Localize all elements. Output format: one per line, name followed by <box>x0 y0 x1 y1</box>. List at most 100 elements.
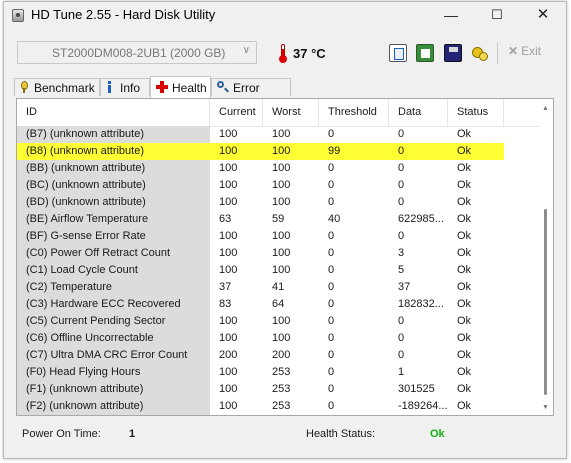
table-row[interactable]: (C3) Hardware ECC Recovered 83 64 0 182832..… <box>17 296 504 313</box>
attr-data: 0 <box>398 315 405 327</box>
attr-threshold: 0 <box>328 230 335 242</box>
exit-icon: ✕ <box>508 44 519 58</box>
attr-worst: 41 <box>272 281 285 293</box>
attr-id: (B7) (unknown attribute) <box>17 126 210 143</box>
attr-worst: 100 <box>272 162 291 174</box>
table-row[interactable]: (BB) (unknown attribute) 100 100 0 0 Ok <box>17 160 504 177</box>
attr-status: Ok <box>457 196 472 208</box>
table-row[interactable]: (BE) Airflow Temperature 63 59 40 622985... O… <box>17 211 504 228</box>
attr-current: 100 <box>219 230 238 242</box>
table-row[interactable]: (BF) G-sense Error Rate 100 100 0 0 Ok <box>17 228 504 245</box>
tab-info[interactable]: Info <box>100 78 150 96</box>
tab-info-label: Info <box>120 81 141 95</box>
attr-current: 100 <box>219 145 238 157</box>
column-header-current[interactable]: Current <box>210 99 263 126</box>
scrollbar-thumb[interactable] <box>544 209 547 395</box>
attr-current: 100 <box>219 264 238 276</box>
attr-threshold: 0 <box>328 366 335 378</box>
attr-current: 100 <box>219 247 238 259</box>
attr-current: 100 <box>219 128 238 140</box>
attr-status: Ok <box>457 162 472 174</box>
attr-status: Ok <box>457 281 472 293</box>
table-row[interactable]: (C2) Temperature 37 41 0 37 Ok <box>17 279 504 296</box>
attr-current: 100 <box>219 315 238 327</box>
attr-id: (C6) Offline Uncorrectable <box>17 330 210 347</box>
attr-status: Ok <box>457 247 472 259</box>
attr-id: (B8) (unknown attribute) <box>17 143 210 160</box>
vertical-scrollbar[interactable]: ▲ ▼ <box>542 105 550 411</box>
exit-button[interactable]: ✕ Exit <box>508 44 541 58</box>
tab-error-scan[interactable]: Error Scan <box>211 78 291 111</box>
options-icon[interactable] <box>471 44 489 62</box>
temperature-readout: 37 °C <box>293 46 326 61</box>
health-cross-icon <box>156 81 168 93</box>
table-row[interactable]: (C5) Current Pending Sector 100 100 0 0 Ok <box>17 313 504 330</box>
attr-data: 301525 <box>398 383 435 395</box>
table-row[interactable]: (B7) (unknown attribute) 100 100 0 0 Ok <box>17 126 504 143</box>
table-row[interactable]: (C6) Offline Uncorrectable 100 100 0 0 Ok <box>17 330 504 347</box>
attr-status: Ok <box>457 315 472 327</box>
table-row[interactable]: (F1) (unknown attribute) 100 253 0 301525 Ok <box>17 381 504 398</box>
attr-data: 1 <box>398 366 405 378</box>
attr-worst: 100 <box>272 315 291 327</box>
attr-worst: 100 <box>272 128 291 140</box>
attr-status: Ok <box>457 179 472 191</box>
power-on-time-value: 1 <box>129 428 136 440</box>
chevron-down-icon: ∨ <box>242 45 250 56</box>
attr-worst: 100 <box>272 145 291 157</box>
column-header-status[interactable]: Status <box>448 99 504 126</box>
attr-data: 0 <box>398 349 405 361</box>
toolbar: ST2000DM008-2UB1 (2000 GB) ∨ 37 °C ✕ Exit <box>4 36 566 70</box>
attr-threshold: 0 <box>328 247 335 259</box>
attr-data: -189264... <box>398 400 448 412</box>
column-header-threshold[interactable]: Threshold <box>319 99 389 126</box>
maximize-button[interactable]: ☐ <box>474 2 520 30</box>
attr-data: 0 <box>398 128 405 140</box>
attr-current: 63 <box>219 213 232 225</box>
table-row[interactable]: (BC) (unknown attribute) 100 100 0 0 Ok <box>17 177 504 194</box>
attr-worst: 253 <box>272 400 291 412</box>
attr-data: 0 <box>398 230 405 242</box>
column-header-id[interactable]: ID <box>17 99 210 126</box>
window-title: HD Tune 2.55 - Hard Disk Utility <box>31 7 216 22</box>
table-row[interactable]: (BD) (unknown attribute) 100 100 0 0 Ok <box>17 194 504 211</box>
attr-data: 622985... <box>398 213 444 225</box>
attr-status: Ok <box>457 264 472 276</box>
app-window: HD Tune 2.55 - Hard Disk Utility — ☐ ✕ S… <box>3 1 567 459</box>
column-header-data[interactable]: Data <box>389 99 448 126</box>
attr-current: 37 <box>219 281 232 293</box>
attribute-rows: (B7) (unknown attribute) 100 100 0 0 Ok (B8) (… <box>17 126 540 415</box>
table-row[interactable]: (F2) (unknown attribute) 100 253 0 -189264..… <box>17 398 504 415</box>
attr-id: (F0) Head Flying Hours <box>17 364 210 381</box>
attr-threshold: 0 <box>328 196 335 208</box>
power-on-time-label: Power On Time: <box>22 428 101 440</box>
copy-info-icon[interactable] <box>416 44 434 62</box>
copy-icon[interactable] <box>389 44 407 62</box>
attr-current: 100 <box>219 179 238 191</box>
benchmark-icon <box>20 81 28 93</box>
close-button[interactable]: ✕ <box>520 2 566 30</box>
smart-attribute-list[interactable]: ID Current Worst Threshold Data Status (… <box>16 98 554 416</box>
table-row[interactable]: (C7) Ultra DMA CRC Error Count 200 200 0 0 Ok <box>17 347 504 364</box>
scroll-down-icon[interactable]: ▼ <box>542 404 549 411</box>
attr-threshold: 0 <box>328 162 335 174</box>
table-row[interactable]: (C0) Power Off Retract Count 100 100 0 3 Ok <box>17 245 504 262</box>
drive-select[interactable]: ST2000DM008-2UB1 (2000 GB) ∨ <box>17 41 257 64</box>
table-row[interactable]: (B8) (unknown attribute) 100 100 99 0 Ok <box>17 143 504 160</box>
attr-id: (C0) Power Off Retract Count <box>17 245 210 262</box>
tab-benchmark[interactable]: Benchmark <box>14 78 100 96</box>
attr-threshold: 0 <box>328 179 335 191</box>
tab-health[interactable]: Health <box>150 76 211 98</box>
tab-health-label: Health <box>172 81 207 95</box>
drive-select-value: ST2000DM008-2UB1 (2000 GB) <box>52 46 226 60</box>
attr-status: Ok <box>457 349 472 361</box>
table-row[interactable]: (F0) Head Flying Hours 100 253 0 1 Ok <box>17 364 504 381</box>
minimize-button[interactable]: — <box>428 2 474 30</box>
save-icon[interactable] <box>444 44 462 62</box>
column-header-worst[interactable]: Worst <box>263 99 319 126</box>
table-row[interactable]: (C1) Load Cycle Count 100 100 0 5 Ok <box>17 262 504 279</box>
attr-id: (BE) Airflow Temperature <box>17 211 210 228</box>
attr-data: 0 <box>398 179 405 191</box>
scroll-up-icon[interactable]: ▲ <box>542 105 549 112</box>
magnifier-icon <box>217 81 229 93</box>
